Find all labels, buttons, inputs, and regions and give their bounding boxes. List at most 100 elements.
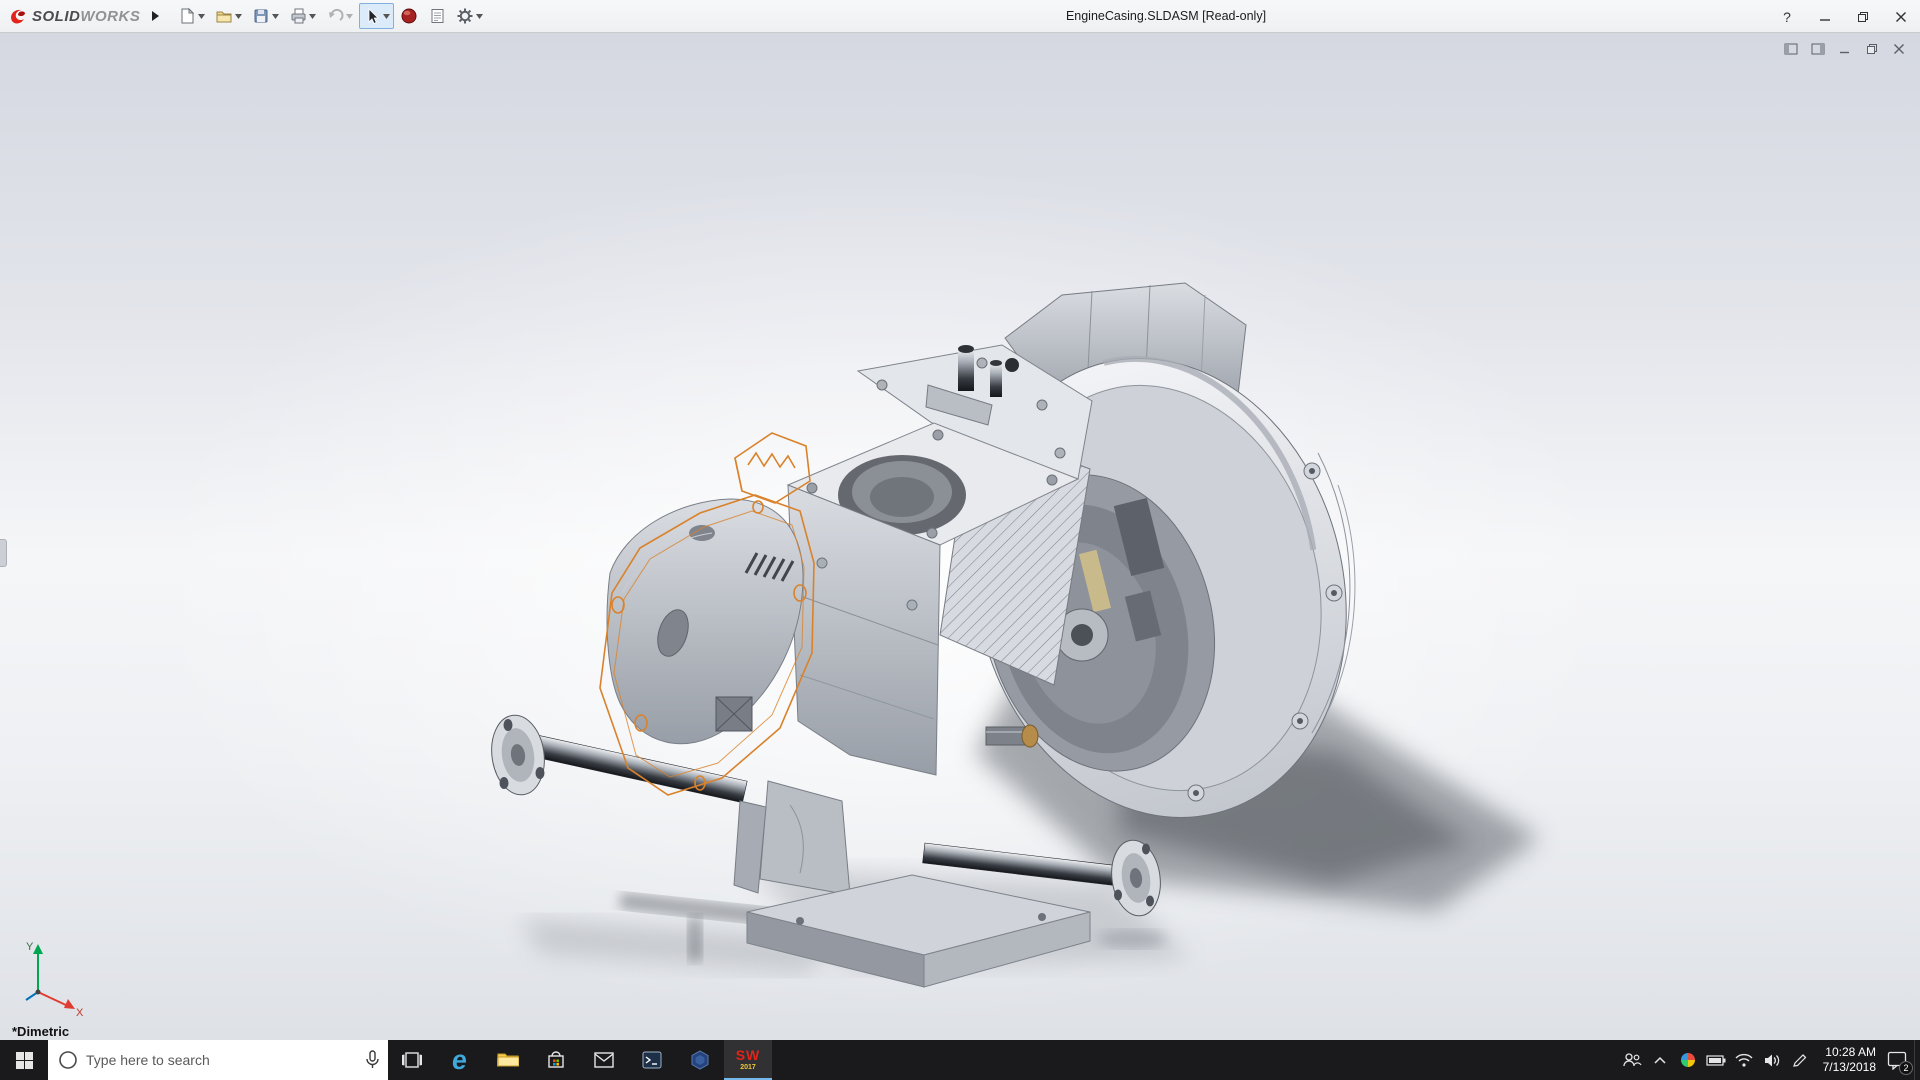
people-icon [1623,1053,1642,1067]
notification-badge: 2 [1899,1061,1913,1075]
brand-text: SOLIDWORKS [32,8,140,25]
axis-y-label: Y [26,941,34,953]
file-explorer-icon [497,1053,519,1067]
taskbar-clock[interactable]: 10:28 AM 7/13/2018 [1814,1040,1880,1080]
pen-button[interactable] [1786,1040,1814,1080]
print-button[interactable] [285,3,320,29]
doc-minimize-icon [1840,51,1849,54]
doc-restore-icon [1867,44,1877,54]
hexagon-app-icon [691,1050,709,1070]
dock-right-icon [1811,43,1825,55]
doc-close-icon [1894,44,1904,54]
solidworks-window: SOLIDWORKS EngineCasing.SLDASM [Read-onl… [0,0,1920,1080]
action-center-button[interactable]: 2 [1880,1040,1914,1080]
restore-button[interactable] [1844,0,1882,33]
doc-dock-left-button[interactable] [1782,41,1800,57]
graphics-area[interactable]: Y X *Dimetric [0,33,1920,1040]
solidworks-app-icon: SW [735,1046,761,1063]
tray-colorful-app-button[interactable] [1674,1040,1702,1080]
doc-dock-right-button[interactable] [1809,41,1827,57]
quick-access-toolbar [174,3,487,29]
task-view-button[interactable] [388,1040,436,1080]
windows-taskbar: e [0,1040,1920,1080]
minimize-icon [1820,18,1830,21]
task-view-icon [402,1052,422,1068]
people-button[interactable] [1618,1040,1646,1080]
pen-icon [1793,1054,1807,1067]
battery-icon [1706,1054,1726,1066]
doc-minimize-button[interactable] [1836,41,1854,57]
restore-icon [1858,11,1868,22]
mail-button[interactable] [580,1040,628,1080]
open-folder-icon [216,11,232,23]
dassault-systemes-logo-icon [11,9,25,24]
printer-icon [291,8,306,24]
expander-arrow-icon [152,11,160,21]
start-button[interactable] [0,1040,48,1080]
terminal-button[interactable] [628,1040,676,1080]
network-button[interactable] [1730,1040,1758,1080]
close-button[interactable] [1882,0,1920,33]
file-properties-icon [431,9,444,23]
document-window-controls [1782,41,1908,57]
file-properties-button[interactable] [424,3,450,29]
microphone-icon[interactable] [365,1050,380,1070]
orientation-triad: Y X [25,941,84,1018]
window-controls: ? [1768,0,1920,33]
colorful-app-icon [1681,1053,1695,1067]
save-button[interactable] [248,3,283,29]
solidworks-logo: SOLIDWORKS [0,7,146,25]
rebuild-button[interactable] [396,3,422,29]
minimize-button[interactable] [1806,0,1844,33]
store-button[interactable] [532,1040,580,1080]
edge-browser-button[interactable]: e [436,1040,484,1080]
brand-works: WORKS [80,7,141,25]
panel-collapse-handle[interactable] [0,539,7,567]
edge-icon: e [450,1044,470,1075]
store-icon [548,1051,564,1068]
file-explorer-button[interactable] [484,1040,532,1080]
dropdown-caret-icon [383,13,391,19]
options-button[interactable] [452,3,487,29]
mail-icon [594,1052,614,1068]
view-orientation-label: *Dimetric [12,1024,70,1039]
system-tray: 10:28 AM 7/13/2018 2 [1618,1040,1920,1080]
help-button[interactable]: ? [1768,0,1806,33]
document-title: EngineCasing.SLDASM [Read-only] [1065,9,1267,23]
solidworks-taskbar-button[interactable]: SW 2017 [724,1040,772,1080]
dropdown-caret-icon [235,13,243,19]
wifi-icon [1735,1053,1753,1067]
titlebar: SOLIDWORKS EngineCasing.SLDASM [Read-onl… [0,0,1920,33]
doc-close-button[interactable] [1890,41,1908,57]
new-document-icon [181,7,195,24]
axis-x-label: X [76,1007,84,1018]
dropdown-caret-icon [309,13,317,19]
rebuild-sphere-icon [401,8,417,24]
brand-solid: SOLID [32,7,81,25]
dropdown-caret-icon [272,13,280,19]
clock-time: 10:28 AM [1825,1045,1876,1059]
model-3d-view[interactable] [0,33,1920,1040]
volume-button[interactable] [1758,1040,1786,1080]
dropdown-caret-icon [476,13,484,19]
dropdown-caret-icon [198,13,206,19]
hexagon-app-button[interactable] [676,1040,724,1080]
cortana-icon [59,1051,77,1069]
save-floppy-icon [254,9,268,23]
speaker-icon [1764,1054,1779,1066]
battery-button[interactable] [1702,1040,1730,1080]
undo-button[interactable] [322,3,357,29]
terminal-icon [642,1051,662,1069]
select-cursor-icon [368,8,380,25]
doc-restore-button[interactable] [1863,41,1881,57]
search-input[interactable] [86,1052,365,1068]
open-document-button[interactable] [211,3,246,29]
tray-overflow-button[interactable] [1646,1040,1674,1080]
taskbar-search[interactable] [48,1040,388,1080]
show-desktop-strip[interactable] [1914,1040,1920,1080]
gear-icon [457,8,473,24]
new-document-button[interactable] [174,3,209,29]
clock-date: 7/13/2018 [1822,1060,1876,1074]
select-tool-button[interactable] [359,3,395,29]
toolbar-expander-button[interactable] [146,4,164,28]
